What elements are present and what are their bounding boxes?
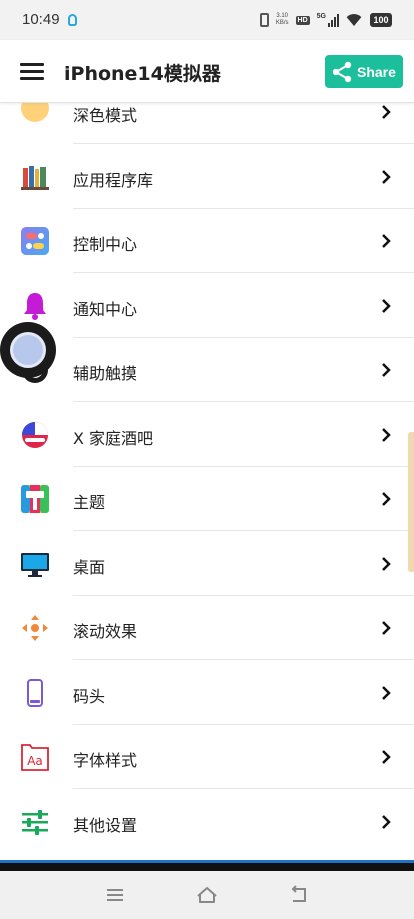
bell-icon xyxy=(24,292,46,320)
list-item-app-library[interactable]: 应用程序库 xyxy=(0,145,414,209)
system-nav-bar xyxy=(0,871,414,919)
nav-home-icon[interactable] xyxy=(195,883,219,907)
share-button[interactable]: Share xyxy=(325,55,403,88)
network-type: 5G xyxy=(316,13,326,20)
list-item-label: 深色模式 xyxy=(73,106,138,125)
bottom-strip xyxy=(0,860,414,871)
signal-5g-icon: 5G xyxy=(317,13,339,27)
list-item-label: 桌面 xyxy=(73,557,106,577)
app-title: iPhone14模拟器 xyxy=(64,63,221,85)
share-icon xyxy=(332,61,352,82)
chevron-right-icon xyxy=(382,105,391,119)
vibrate-icon xyxy=(259,13,269,27)
list-item-dock[interactable]: 码头 xyxy=(0,661,414,725)
list-item-home-bar[interactable]: X 家庭酒吧 xyxy=(0,403,414,467)
nav-back-icon[interactable] xyxy=(287,883,311,907)
list-item-label: 辅助触摸 xyxy=(73,364,138,383)
list-item-notification-center[interactable]: 通知中心 xyxy=(0,274,414,338)
list-item-label: 其他设置 xyxy=(73,815,138,835)
wifi-icon xyxy=(346,14,362,26)
floating-assistive-touch-button[interactable] xyxy=(0,322,56,378)
chevron-right-icon xyxy=(382,685,391,700)
scroll-effect-icon xyxy=(22,615,48,641)
list-item-font-style[interactable]: Aa 字体样式 xyxy=(0,725,414,789)
network-speed-value: 3.10 xyxy=(276,13,289,19)
list-item-label: 字体样式 xyxy=(73,751,138,770)
settings-list: 深色模式 应用程序库 控制中心 通知中心 辅助触摸 X 家庭酒吧 主题 桌面 滚… xyxy=(0,80,414,860)
list-item-other-settings[interactable]: 其他设置 xyxy=(0,790,414,854)
network-speed: 3.10 KB/s xyxy=(276,13,289,27)
status-indicators: 3.10 KB/s HD 5G xyxy=(259,12,362,28)
chevron-right-icon xyxy=(382,750,391,764)
desktop-monitor-icon xyxy=(21,552,49,577)
hamburger-menu-icon[interactable] xyxy=(20,63,44,81)
list-item-label: 控制中心 xyxy=(73,235,138,254)
chevron-right-icon xyxy=(382,298,391,313)
hd-badge: HD xyxy=(295,15,310,25)
list-item-control-center[interactable]: 控制中心 xyxy=(0,209,414,273)
control-center-icon xyxy=(21,227,49,255)
edge-scroll-handle[interactable] xyxy=(408,432,414,572)
sliders-settings-icon xyxy=(22,809,48,835)
app-library-icon xyxy=(21,165,49,190)
chevron-right-icon xyxy=(382,427,391,442)
list-item-label: 主题 xyxy=(73,493,106,512)
share-label: Share xyxy=(357,63,396,80)
chevron-right-icon xyxy=(382,234,391,248)
chevron-right-icon xyxy=(382,492,391,506)
list-item-label: 滚动效果 xyxy=(73,622,138,641)
list-item-assistive-touch[interactable]: 辅助触摸 xyxy=(0,338,414,402)
list-item-desktop[interactable]: 桌面 xyxy=(0,532,414,596)
chevron-right-icon xyxy=(382,363,391,377)
chevron-right-icon xyxy=(382,814,391,829)
status-bar: 10:49 3.10 KB/s HD 5G 100 xyxy=(0,0,414,40)
home-bar-icon xyxy=(22,421,48,448)
status-time: 10:49 xyxy=(22,11,60,28)
chevron-right-icon xyxy=(382,621,391,635)
battery-icon: 100 xyxy=(370,13,392,27)
app-bar: iPhone14模拟器 Share xyxy=(0,40,414,103)
theme-paint-roller-icon xyxy=(21,485,49,513)
list-item-label: 码头 xyxy=(73,686,106,706)
chevron-right-icon xyxy=(382,169,391,184)
svg-text:Aa: Aa xyxy=(27,754,43,768)
chevron-right-icon xyxy=(382,556,391,571)
list-item-label: 应用程序库 xyxy=(73,170,154,190)
network-speed-unit: KB/s xyxy=(275,20,289,26)
list-item-theme[interactable]: 主题 xyxy=(0,467,414,531)
list-item-scroll-effect[interactable]: 滚动效果 xyxy=(0,596,414,660)
list-item-label: X 家庭酒吧 xyxy=(73,428,154,448)
list-item-label: 通知中心 xyxy=(73,299,138,319)
font-style-icon: Aa xyxy=(21,744,49,771)
dock-phone-icon xyxy=(27,678,43,707)
nav-menu-icon[interactable] xyxy=(103,883,127,907)
notification-icon xyxy=(68,14,77,26)
